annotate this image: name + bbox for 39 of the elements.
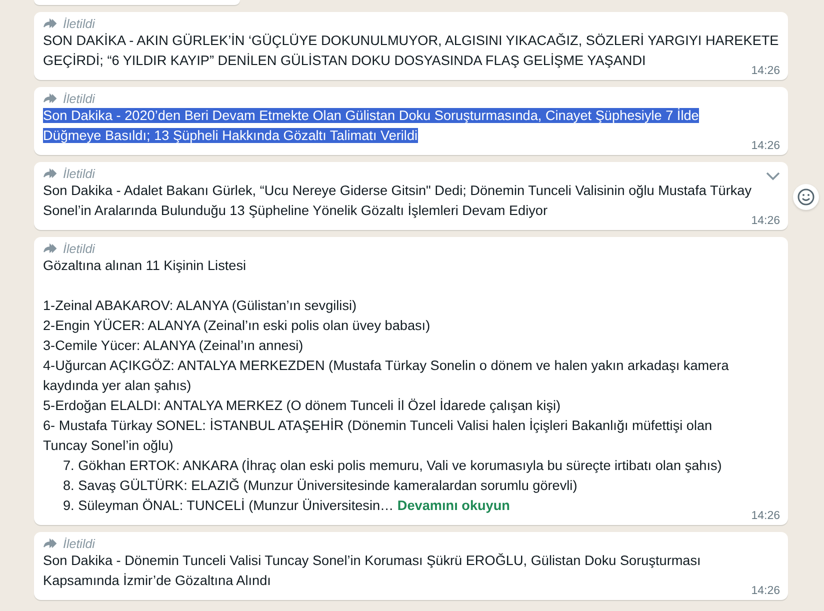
message-text: 5-Erdoğan ELALDI: ANTALYA MERKEZ (O dönem Tunceli İl Özel İdarede çalışan kişi) (43, 398, 561, 413)
smiley-icon (797, 188, 815, 206)
forward-arrow-icon (43, 538, 59, 549)
message-text: 6- Mustafa Türkay SONEL: İSTANBUL ATAŞEHİR (Dönemin Tunceli Valisi halen İçişleri Bakanlığı müfettişi olan (43, 418, 712, 433)
emoji-button[interactable] (793, 184, 819, 210)
forwarded-label: İletildi (63, 166, 95, 180)
forward-arrow-icon (43, 243, 59, 254)
read-more-link[interactable]: Devamını okuyun (397, 498, 510, 513)
message-time: 14:26 (751, 585, 780, 597)
forwarded-label: İletildi (63, 16, 95, 30)
message-text: Son Dakika - Dönemin Tunceli Valisi Tuncay Sonel’in Koruması Şükrü EROĞLU, Gülistan Doku Soruşturması (43, 553, 701, 568)
forward-arrow-icon (43, 168, 59, 179)
message-text: 8. Savaş GÜLTÜRK: ELAZIĞ (Munzur Üniversitesinde kameralardan sorumlu görevli) (63, 478, 578, 493)
message-text: Tuncay Sonel’in oğlu) (43, 438, 174, 453)
forwarded-label: İletildi (63, 536, 95, 550)
message-text: 7. Gökhan ERTOK: ANKARA (İhraç olan eski polis memuru, Vali ve korumasıyla bu süreçte irtibatı olan şahıs) (63, 458, 722, 473)
forward-arrow-icon (43, 93, 59, 104)
message-text: Kapsamında İzmir’de Gözaltına Alındı (43, 573, 271, 588)
message-text: kaydında yer alan şahıs) (43, 378, 192, 393)
message-text: Sonel’in Aralarında Bulunduğu 13 Şüpheline Yönelik Gözaltı İşlemleri Devam Ediyor (43, 203, 548, 218)
chevron-down-icon[interactable] (766, 172, 780, 181)
message-text: 2-Engin YÜCER: ALANYA (Zeinal’ın eski polis olan üvey babası) (43, 318, 430, 333)
forward-arrow-icon (43, 18, 59, 29)
forwarded-label: İletildi (63, 92, 95, 106)
message-text: 9. Süleyman ÖNAL: TUNCELİ (Munzur Üniversitesin… (63, 498, 394, 513)
message-text: Son Dakika - Adalet Bakanı Gürlek, “Ucu Nereye Giderse Gitsin" Dedi; Dönemin Tunceli Valisinin oğlu Mustafa Türkay (43, 183, 752, 198)
message-text: 4-Uğurcan AÇIKGÖZ: ANTALYA MERKEZDEN (Mustafa Türkay Sonelin o dönem ve halen yakın arkadaşı kamera (43, 358, 729, 373)
message-time: 14:26 (751, 65, 780, 77)
message-time: 14:26 (751, 510, 780, 522)
message-time: 14:26 (751, 140, 780, 152)
message-time: 14:26 (751, 215, 780, 227)
message-text: Son Dakika - 2020’den Beri Devam Etmekte Olan Gülistan Doku Soruşturmasında, Cinayet Şüphesiyle 7 İlde (43, 108, 699, 123)
forwarded-label: İletildi (63, 242, 95, 256)
message-text: 1-Zeinal ABAKAROV: ALANYA (Gülistan’ın sevgilisi) (43, 298, 357, 313)
message-text: Düğmeye Basıldı; 13 Şüpheli Hakkında Gözaltı Talimatı Verildi (43, 128, 418, 143)
message-text: SON DAKİKA - AKIN GÜRLEK’İN ‘GÜÇLÜYE DOKUNULMUYOR, ALGISINI YIKACAĞIZ, SÖZLERİ YARGIYI HAREKETE (43, 33, 779, 48)
message-text: GEÇİRDİ; “6 YILDIR KAYIP” DENİLEN GÜLİSTAN DOKU DOSYASINDA FLAŞ GELİŞME YAŞANDI (43, 53, 646, 68)
message-text: Gözaltına alınan 11 Kişinin Listesi (43, 258, 246, 273)
message-text: 3-Cemile Yücer: ALANYA (Zeinal’ın annesi) (43, 338, 304, 353)
